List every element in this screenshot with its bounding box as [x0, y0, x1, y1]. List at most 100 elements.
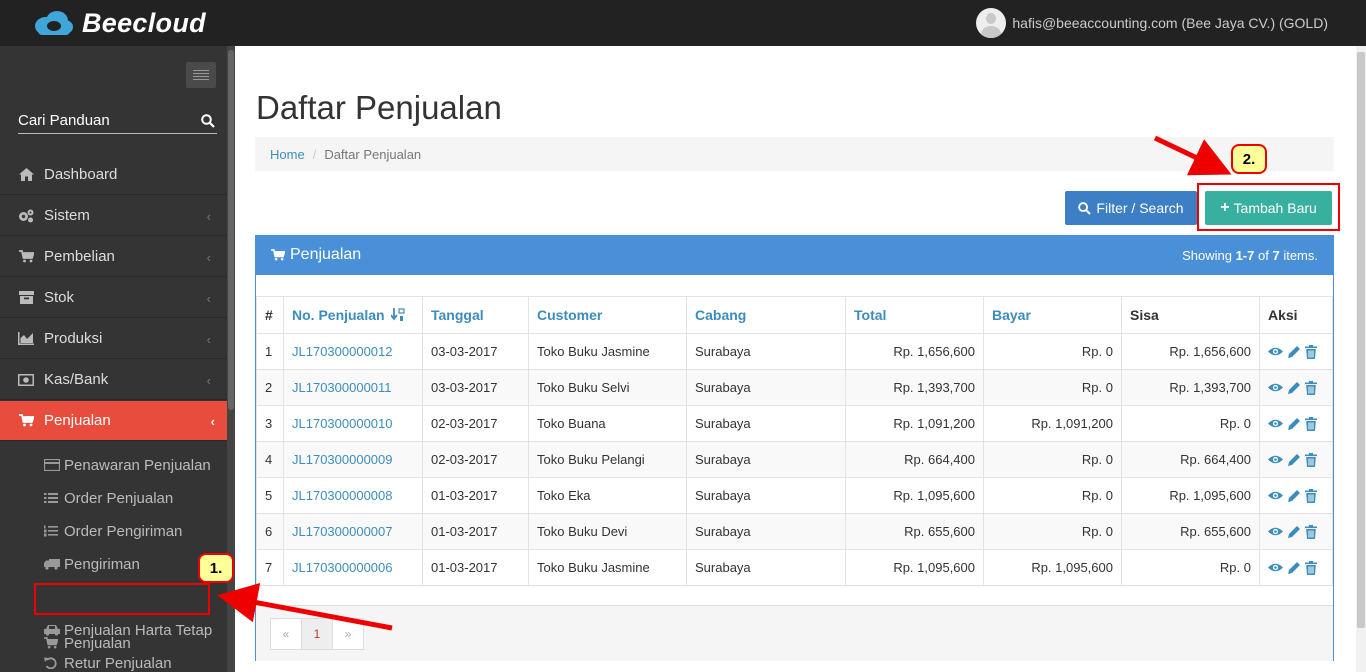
annotation-step-1: 1. [198, 553, 234, 583]
edit-icon[interactable] [1287, 525, 1301, 539]
submenu-item-order-pengiriman[interactable]: Order Pengiriman [44, 519, 182, 543]
col-header-bayar[interactable]: Bayar [983, 296, 1122, 334]
customer-cell: Toko Buku Pelangi [528, 441, 687, 478]
edit-icon[interactable] [1287, 489, 1301, 503]
annotation-highlight-penjualan [34, 583, 210, 615]
row-number-cell: 1 [256, 333, 284, 370]
sale-number-link-cell[interactable]: JL170300000007 [283, 513, 423, 550]
money-icon [18, 372, 34, 388]
total-cell: Rp. 1,095,600 [845, 477, 984, 514]
col-header-no-penjualan[interactable]: No. Penjualan [283, 296, 423, 334]
sidebar-item-sistem[interactable]: Sistem ‹ [0, 196, 227, 236]
sidebar-item-dashboard[interactable]: Dashboard [0, 155, 227, 195]
breadcrumb: Home / Daftar Penjualan [255, 137, 1334, 171]
total-cell: Rp. 655,600 [845, 513, 984, 550]
filter-search-button[interactable]: Filter / Search [1065, 191, 1197, 225]
chevron-left-icon: ‹ [206, 373, 211, 388]
chevron-left-icon: ‹ [206, 291, 211, 306]
submenu-item-retur-penjualan[interactable]: Retur Penjualan [44, 651, 172, 672]
search-icon[interactable] [201, 114, 215, 128]
paid-cell: Rp. 0 [983, 477, 1122, 514]
view-icon[interactable] [1268, 346, 1283, 357]
sidebar-item-produksi[interactable]: Produksi ‹ [0, 319, 227, 359]
edit-icon[interactable] [1287, 345, 1301, 359]
view-icon[interactable] [1268, 418, 1283, 429]
col-header-total[interactable]: Total [845, 296, 984, 334]
submenu-item-order-penjualan[interactable]: Order Penjualan [44, 486, 173, 510]
edit-icon[interactable] [1287, 453, 1301, 467]
cart-icon [18, 249, 34, 265]
table-row: 2 JL170300000011 03-03-2017 Toko Buku Selvi… [256, 369, 1333, 406]
delete-icon[interactable] [1305, 452, 1317, 467]
view-icon[interactable] [1268, 526, 1283, 537]
actions-cell [1259, 441, 1333, 478]
submenu-item-penjualan-harta-tetap[interactable]: Penjualan Harta Tetap [44, 618, 212, 642]
table-row: 1 JL170300000012 03-03-2017 Toko Buku Jasmi… [256, 333, 1333, 370]
delete-icon[interactable] [1305, 524, 1317, 539]
delete-icon[interactable] [1305, 560, 1317, 575]
date-cell: 01-03-2017 [422, 513, 529, 550]
submenu-item-pengiriman[interactable]: Pengiriman [44, 552, 140, 576]
paid-cell: Rp. 0 [983, 369, 1122, 406]
user-menu[interactable]: hafis@beeaccounting.com (Bee Jaya CV.) (… [976, 8, 1328, 38]
sale-number-link-cell[interactable]: JL170300000009 [283, 441, 423, 478]
sale-number-link-cell[interactable]: JL170300000010 [283, 405, 423, 442]
view-icon[interactable] [1268, 382, 1283, 393]
view-icon[interactable] [1268, 490, 1283, 501]
search-icon [1078, 201, 1092, 215]
view-icon[interactable] [1268, 454, 1283, 465]
date-cell: 02-03-2017 [422, 441, 529, 478]
actions-cell [1259, 549, 1333, 586]
sidebar-toggle-button[interactable] [186, 62, 216, 88]
customer-cell: Toko Buku Selvi [528, 369, 687, 406]
date-cell: 01-03-2017 [422, 549, 529, 586]
top-navbar: Beecloud hafis@beeaccounting.com (Bee Ja… [0, 0, 1366, 46]
total-cell: Rp. 664,400 [845, 441, 984, 478]
col-header-customer[interactable]: Customer [528, 296, 687, 334]
col-header-cabang[interactable]: Cabang [686, 296, 846, 334]
actions-cell [1259, 333, 1333, 370]
pagination-prev[interactable]: « [270, 618, 302, 650]
row-number-cell: 3 [256, 405, 284, 442]
sale-number-link-cell[interactable]: JL170300000006 [283, 549, 423, 586]
delete-icon[interactable] [1305, 488, 1317, 503]
branch-cell: Surabaya [686, 549, 846, 586]
pagination-next[interactable]: » [332, 618, 364, 650]
edit-icon[interactable] [1287, 561, 1301, 575]
breadcrumb-home-link[interactable]: Home [270, 147, 305, 162]
edit-icon[interactable] [1287, 417, 1301, 431]
avatar [976, 8, 1007, 38]
delete-icon[interactable] [1305, 416, 1317, 431]
sidebar-item-stok[interactable]: Stok ‹ [0, 278, 227, 318]
car-icon [44, 624, 60, 636]
page-scrollbar[interactable] [1356, 46, 1366, 672]
pagination-page-1[interactable]: 1 [301, 618, 333, 650]
remaining-cell: Rp. 1,656,600 [1121, 333, 1260, 370]
paid-cell: Rp. 0 [983, 441, 1122, 478]
sales-panel: Penjualan Showing 1-7 of 7 items. # No. … [255, 235, 1334, 661]
sale-number-link-cell[interactable]: JL170300000008 [283, 477, 423, 514]
undo-icon [44, 657, 60, 669]
col-header-tanggal[interactable]: Tanggal [422, 296, 529, 334]
sidebar-item-kas-bank[interactable]: Kas/Bank ‹ [0, 360, 227, 400]
paid-cell: Rp. 0 [983, 333, 1122, 370]
col-header-number: # [256, 296, 284, 334]
view-icon[interactable] [1268, 562, 1283, 573]
guide-search-input[interactable]: Cari Panduan [18, 110, 217, 134]
sidebar-item-penjualan[interactable]: Penjualan ‹ [0, 401, 235, 441]
credit-card-icon [44, 459, 60, 471]
submenu-item-penawaran-penjualan[interactable]: Penawaran Penjualan [44, 453, 211, 477]
brand-logo[interactable]: Beecloud [32, 8, 206, 39]
sale-number-link-cell[interactable]: JL170300000012 [283, 333, 423, 370]
date-cell: 03-03-2017 [422, 333, 529, 370]
table-row: 5 JL170300000008 01-03-2017 Toko Eka Surabay… [256, 477, 1333, 514]
delete-icon[interactable] [1305, 344, 1317, 359]
sale-number-link-cell[interactable]: JL170300000011 [283, 369, 423, 406]
cloud-logo-icon [35, 11, 73, 35]
delete-icon[interactable] [1305, 380, 1317, 395]
panel-header: Penjualan Showing 1-7 of 7 items. [256, 236, 1333, 275]
edit-icon[interactable] [1287, 381, 1301, 395]
customer-cell: Toko Buku Devi [528, 513, 687, 550]
sidebar-item-pembelian[interactable]: Pembelian ‹ [0, 237, 227, 277]
table-row: 3 JL170300000010 02-03-2017 Toko Buana Surab… [256, 405, 1333, 442]
